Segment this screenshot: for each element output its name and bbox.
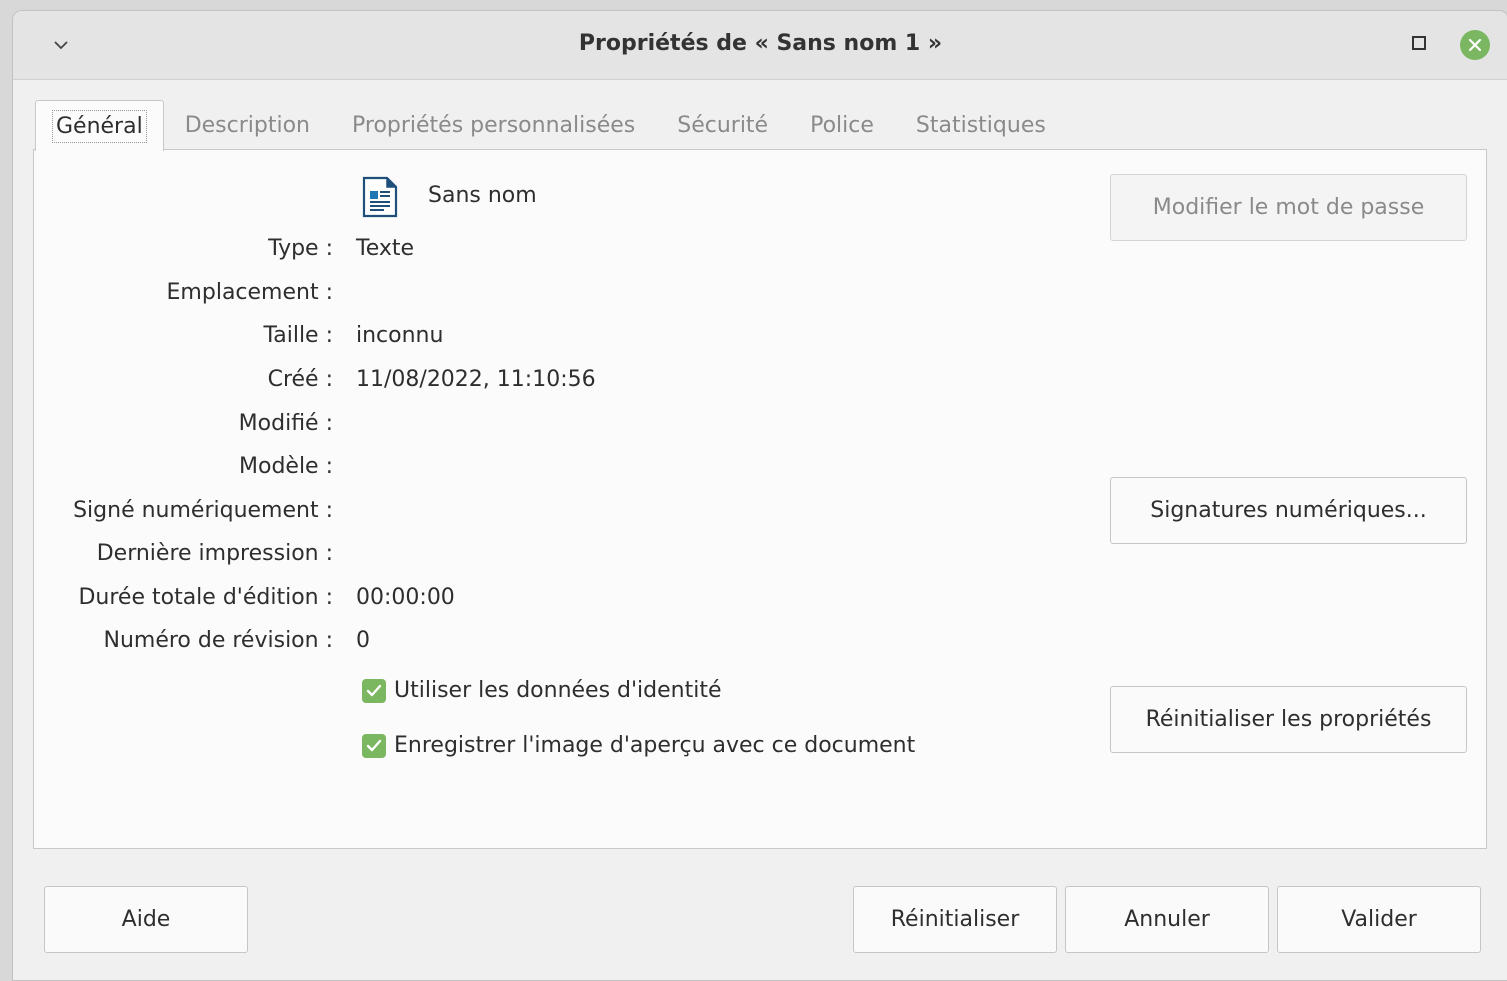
checkbox-label: Utiliser les données d'identité bbox=[394, 678, 722, 703]
field-value-total-editing-time: 00:00:00 bbox=[356, 585, 455, 610]
field-label-revision-number: Numéro de révision : bbox=[103, 628, 334, 653]
digital-signatures-button[interactable]: Signatures numériques... bbox=[1110, 477, 1467, 544]
tab-custom-properties[interactable]: Propriétés personnalisées bbox=[331, 100, 656, 150]
writer-document-icon bbox=[361, 175, 399, 223]
cancel-button[interactable]: Annuler bbox=[1065, 886, 1269, 953]
window-title: Propriétés de « Sans nom 1 » bbox=[578, 31, 943, 56]
maximize-icon[interactable] bbox=[1412, 36, 1426, 50]
checkbox-checked-icon[interactable] bbox=[362, 733, 386, 758]
field-label-last-printed: Dernière impression : bbox=[96, 541, 333, 566]
field-label-digitally-signed: Signé numériquement : bbox=[73, 498, 333, 523]
field-value-type: Texte bbox=[356, 236, 415, 261]
close-icon[interactable] bbox=[1460, 30, 1490, 60]
field-value-revision-number: 0 bbox=[356, 628, 370, 653]
field-label-template: Modèle : bbox=[239, 454, 333, 479]
tab-statistics[interactable]: Statistiques bbox=[895, 100, 1067, 150]
tab-security[interactable]: Sécurité bbox=[656, 100, 789, 150]
field-label-total-editing-time: Durée totale d'édition : bbox=[78, 585, 333, 610]
checkbox-label: Enregistrer l'image d'aperçu avec ce doc… bbox=[394, 733, 916, 758]
reset-properties-button[interactable]: Réinitialiser les propriétés bbox=[1110, 686, 1467, 753]
field-label-modified: Modifié : bbox=[238, 411, 333, 436]
use-user-data-checkbox-row[interactable]: Utiliser les données d'identité bbox=[362, 678, 722, 703]
tab-font[interactable]: Police bbox=[789, 100, 895, 150]
ok-button[interactable]: Valider bbox=[1277, 886, 1481, 953]
tab-label: Général bbox=[52, 110, 147, 143]
document-name: Sans nom bbox=[428, 183, 537, 208]
help-button[interactable]: Aide bbox=[44, 886, 248, 953]
change-password-button[interactable]: Modifier le mot de passe bbox=[1110, 174, 1467, 241]
tab-description[interactable]: Description bbox=[164, 100, 331, 150]
tab-bar: Général Description Propriétés personnal… bbox=[35, 100, 1067, 151]
field-label-size: Taille : bbox=[263, 323, 333, 348]
properties-dialog: Propriétés de « Sans nom 1 » Général Des… bbox=[12, 10, 1507, 981]
field-value-created: 11/08/2022, 11:10:56 bbox=[356, 367, 596, 392]
field-label-type: Type : bbox=[268, 236, 333, 261]
title-bar[interactable]: Propriétés de « Sans nom 1 » bbox=[13, 11, 1507, 80]
reset-button[interactable]: Réinitialiser bbox=[853, 886, 1057, 953]
field-label-created: Créé : bbox=[267, 367, 333, 392]
field-label-location: Emplacement : bbox=[166, 280, 333, 305]
tab-general[interactable]: Général bbox=[35, 100, 164, 151]
checkbox-checked-icon[interactable] bbox=[362, 678, 386, 703]
field-value-size: inconnu bbox=[356, 323, 444, 348]
save-preview-image-checkbox-row[interactable]: Enregistrer l'image d'aperçu avec ce doc… bbox=[362, 733, 915, 758]
